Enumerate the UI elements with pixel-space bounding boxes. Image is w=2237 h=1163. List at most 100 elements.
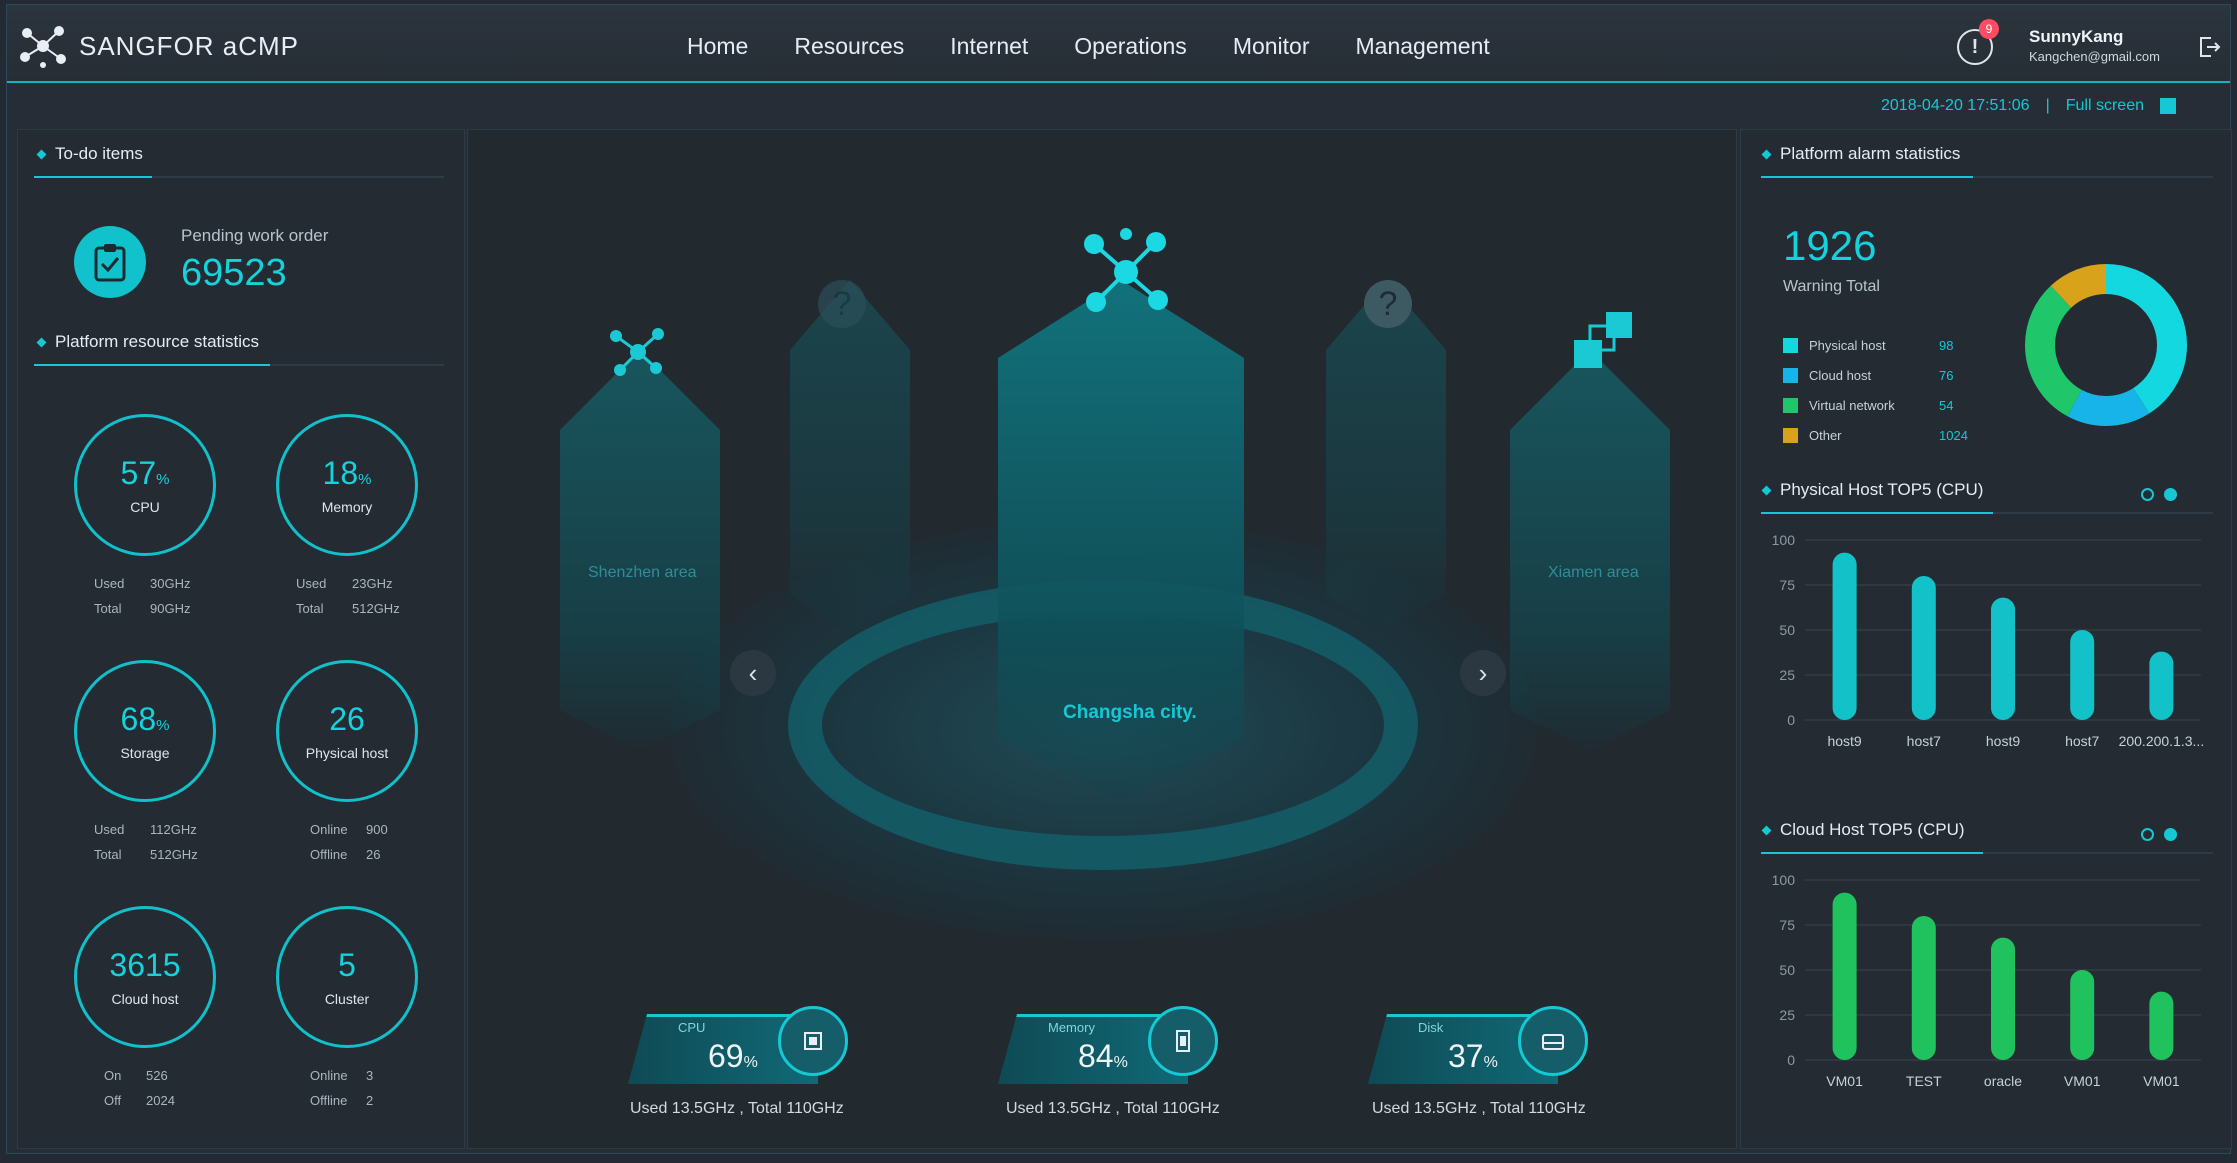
user-email: Kangchen@gmail.com [2029, 49, 2160, 64]
cpu-gauge-sub: Used 13.5GHz , Total 110GHz [630, 1100, 844, 1117]
question-icon-left: ? [818, 280, 866, 328]
cloud-host-value: 3615 [109, 947, 181, 983]
nav-management[interactable]: Management [1356, 33, 1490, 60]
cluster-value: 5 [338, 947, 356, 983]
x-tick-label: TEST [1906, 1073, 1942, 1089]
y-tick-label: 50 [1779, 962, 1795, 978]
memory-label: Memory [321, 499, 373, 515]
disk-gauge: Disk 37% [1368, 1006, 1608, 1086]
disk-gauge-sub: Used 13.5GHz , Total 110GHz [1372, 1100, 1586, 1117]
pending-work-order-value: 69523 [181, 252, 287, 294]
memory-icon [1148, 1006, 1218, 1076]
physical-host-label: Physical host [305, 745, 389, 761]
physical-host-bar-chart: 100 75 50 25 0 host9 host7 host9 host7 200.200.1.… [1772, 532, 2205, 749]
right-panel: Platform alarm statistics 1926 Warning T… [1740, 129, 2232, 1149]
y-tick-label: 100 [1772, 532, 1796, 548]
cpu-gauge-value: 69 [708, 1038, 744, 1074]
shenzhen-pillar [560, 350, 720, 750]
cpu-gauge-label: CPU [678, 1020, 706, 1035]
cpu-unit: % [156, 471, 170, 488]
x-tick-label: 200.200.1.3... [2119, 733, 2205, 749]
logout-icon[interactable] [2197, 35, 2221, 59]
memory-ring: 18% Memory [276, 414, 418, 556]
storage-value: 68 [120, 701, 157, 737]
physical-host-value: 26 [329, 701, 365, 737]
memory-stats: Used 23GHz Total 512GHz [296, 576, 400, 616]
todo-title: To-do items [38, 144, 143, 164]
meta-separator: | [2045, 97, 2050, 114]
app-stage: SANGFOR aCMP Home Resources Internet Ope… [0, 0, 2237, 1163]
alarm-title: Platform alarm statistics [1763, 144, 1960, 164]
unknown-pillar-left [790, 280, 910, 630]
cloud-host-stats: On 526 Off 2024 [104, 1068, 175, 1108]
nav-monitor[interactable]: Monitor [1233, 33, 1310, 60]
y-tick-label: 100 [1772, 872, 1796, 888]
storage-stats: Used 112GHz Total 512GHz [94, 822, 198, 862]
pager-dot[interactable] [2141, 488, 2154, 501]
cluster-label: Cluster [324, 991, 370, 1007]
x-tick-label: oracle [1984, 1073, 2022, 1089]
question-icon-right: ? [1364, 280, 1412, 328]
nav-operations[interactable]: Operations [1074, 33, 1187, 60]
cpu-label: CPU [130, 499, 160, 515]
server-stack-icon [1574, 312, 1632, 368]
nav-home[interactable]: Home [687, 33, 748, 60]
memory-gauge-sub: Used 13.5GHz , Total 110GHz [1006, 1100, 1220, 1117]
unknown-pillar-right [1326, 280, 1446, 630]
y-tick-label: 25 [1779, 667, 1795, 683]
pager-dot-active[interactable] [2164, 828, 2177, 841]
fullscreen-link[interactable]: Full screen [2066, 97, 2144, 115]
shenzhen-area-label[interactable]: Shenzhen area [588, 564, 697, 582]
cloud-host-bar-chart: 100 75 50 25 0 VM01 TEST oracle VM01 VM01 [1772, 872, 2201, 1089]
bar [2149, 651, 2174, 720]
nav-internet[interactable]: Internet [950, 33, 1028, 60]
alarm-legend: Physical host 98 Cloud host 76 Virtual net… [1783, 330, 1969, 450]
cluster-stats: Online 3 Offline 2 [310, 1068, 374, 1108]
top-bar: SANGFOR aCMP Home Resources Internet Ope… [7, 5, 2230, 83]
cloud-top5-pager [2141, 828, 2177, 841]
alarm-total-label: Warning Total [1783, 278, 1880, 295]
network-node-icon-center [1084, 228, 1168, 312]
disk-gauge-label: Disk [1418, 1020, 1444, 1035]
cpu-stats: Used 30GHz Total 90GHz [94, 576, 191, 616]
resource-underline [34, 364, 444, 366]
bar [1911, 576, 1936, 720]
pending-work-order-label: Pending work order [181, 226, 329, 245]
x-tick-label: VM01 [2143, 1073, 2180, 1089]
alarm-total: 1926 [1783, 222, 1877, 269]
clipboard-icon [74, 226, 146, 298]
legend-item: Cloud host 76 [1783, 360, 1969, 390]
next-arrow-icon[interactable]: › [1460, 650, 1506, 696]
bar [1991, 937, 2015, 1060]
xiamen-area-label[interactable]: Xiamen area [1548, 564, 1639, 582]
alarm-underline [1761, 176, 2213, 178]
physical-top5-underline [1761, 512, 2213, 514]
legend-item: Other 1024 [1783, 420, 1969, 450]
physical-host-stats: Online 900 Offline 26 [310, 822, 388, 862]
disk-gauge-value: 37 [1448, 1038, 1484, 1074]
user-name[interactable]: SunnyKang [2029, 27, 2123, 47]
nav-resources[interactable]: Resources [794, 33, 904, 60]
cpu-gauge: CPU 69% [628, 1006, 868, 1086]
cloud-host-label: Cloud host [111, 991, 179, 1007]
x-tick-label: host9 [1827, 733, 1861, 749]
main-nav: Home Resources Internet Operations Monit… [687, 33, 1536, 60]
pager-dot-active[interactable] [2164, 488, 2177, 501]
y-tick-label: 0 [1787, 712, 1795, 728]
cpu-ring: 57% CPU [74, 414, 216, 556]
pager-dot[interactable] [2141, 828, 2154, 841]
cloud-top5-title: Cloud Host TOP5 (CPU) [1763, 820, 1965, 840]
physical-top5-title: Physical Host TOP5 (CPU) [1763, 480, 1983, 500]
left-panel: To-do items Pending work order 69523 Pla… [17, 129, 465, 1149]
bar [1832, 552, 1857, 720]
notification-badge: 9 [1979, 19, 1999, 39]
physical-host-ring: 26 Physical host [276, 660, 418, 802]
y-tick-label: 75 [1779, 577, 1795, 593]
fullscreen-icon[interactable] [2159, 98, 2176, 114]
prev-arrow-icon[interactable]: ‹ [730, 650, 776, 696]
city-label[interactable]: Changsha city. [1063, 702, 1197, 724]
bar [1832, 892, 1857, 1060]
y-tick-label: 0 [1787, 1052, 1795, 1068]
legend-item: Virtual network 54 [1783, 390, 1969, 420]
memory-gauge-value: 84 [1078, 1038, 1114, 1074]
